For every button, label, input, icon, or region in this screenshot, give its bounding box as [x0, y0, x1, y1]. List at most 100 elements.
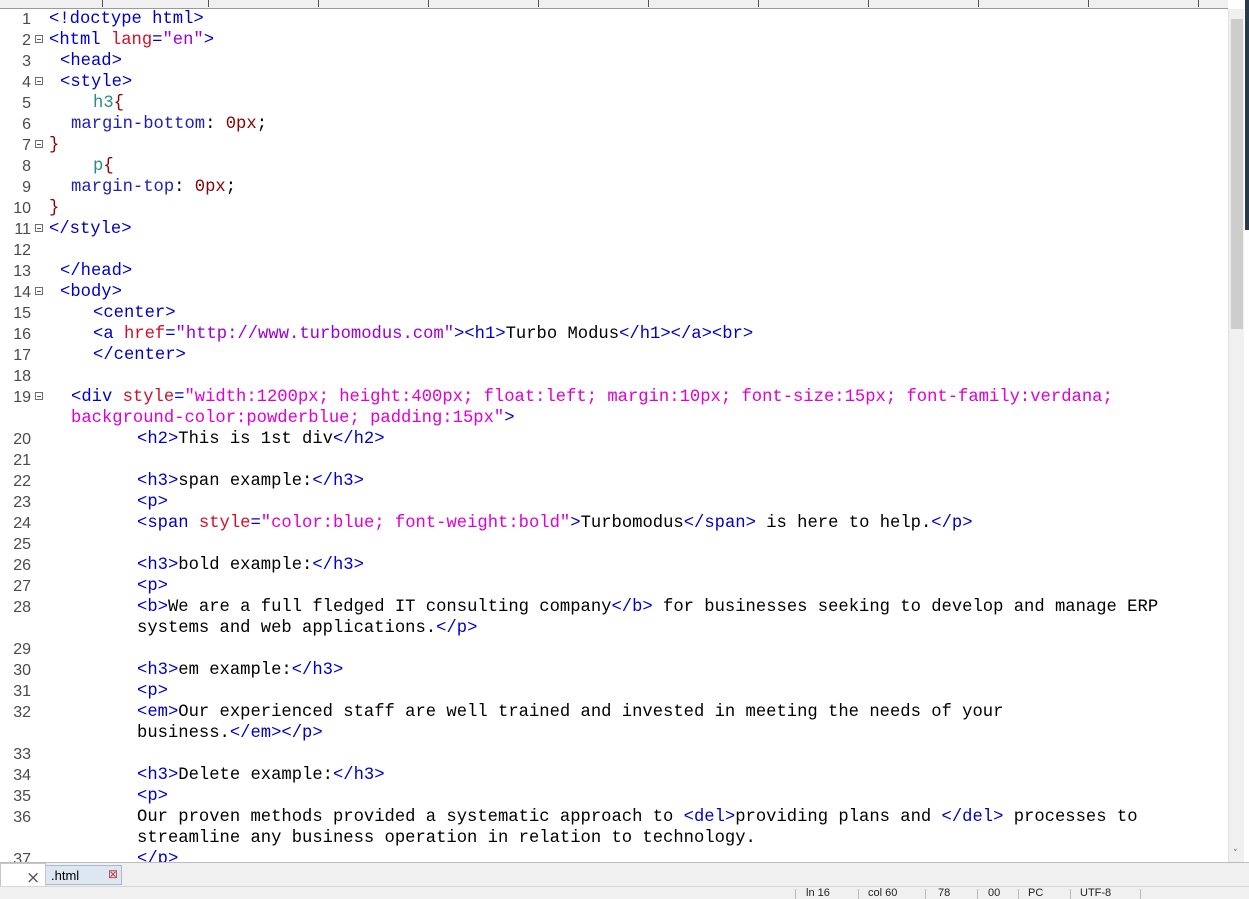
line-number: 27: [13, 578, 31, 595]
status-line-ending: PC: [1028, 887, 1044, 899]
code-line[interactable]: 3 <head>: [0, 51, 1228, 72]
code-line[interactable]: 7}: [0, 135, 1228, 156]
code-line[interactable]: 13 </head>: [0, 261, 1228, 282]
file-tab-name: .html: [51, 868, 80, 883]
tab-separator: [868, 0, 869, 7]
code-line[interactable]: 14 <body>: [0, 282, 1228, 303]
line-number: 25: [13, 536, 31, 553]
fold-toggle-icon[interactable]: [35, 140, 43, 148]
code-line[interactable]: 25: [0, 534, 1228, 555]
code-line[interactable]: 5 h3{: [0, 93, 1228, 114]
code-line[interactable]: 6 margin-bottom: 0px;: [0, 114, 1228, 135]
code-text: margin-bottom: 0px;: [71, 115, 268, 134]
code-line[interactable]: background-color:powderblue; padding:15p…: [0, 408, 1228, 429]
code-line[interactable]: 18: [0, 366, 1228, 387]
code-line[interactable]: 22 <h3>span example:</h3>: [0, 471, 1228, 492]
code-line[interactable]: 36 Our proven methods provided a systemat…: [0, 807, 1228, 828]
code-text: <p>: [137, 787, 168, 806]
status-line: ln 16: [806, 887, 830, 899]
code-line[interactable]: 9 margin-top: 0px;: [0, 177, 1228, 198]
line-number: 33: [13, 746, 31, 763]
tab-separator: [1088, 0, 1089, 7]
line-number: 29: [13, 641, 31, 658]
line-number: 23: [13, 494, 31, 511]
code-line[interactable]: 31 <p>: [0, 681, 1228, 702]
line-number: 35: [13, 788, 31, 805]
close-icon: ×: [26, 868, 41, 888]
code-line[interactable]: 27 <p>: [0, 576, 1228, 597]
code-line[interactable]: 17 </center>: [0, 345, 1228, 366]
code-line[interactable]: business.</em></p>: [0, 723, 1228, 744]
code-line[interactable]: 4 <style>: [0, 72, 1228, 93]
code-line[interactable]: 26 <h3>bold example:</h3>: [0, 555, 1228, 576]
code-text: <h3>em example:</h3>: [137, 661, 344, 680]
tab-separator: [428, 0, 429, 7]
code-line[interactable]: 35 <p>: [0, 786, 1228, 807]
scroll-down-arrow-icon[interactable]: ˅: [1233, 849, 1238, 859]
code-line[interactable]: 33: [0, 744, 1228, 765]
vertical-scrollbar[interactable]: ˅: [1228, 9, 1245, 862]
code-text: <div style="width:1200px; height:400px; …: [71, 388, 1113, 407]
code-editor[interactable]: 1 <!doctype html> 2 <html lang="en"> 3 <head>…: [0, 9, 1228, 862]
fold-toggle-icon[interactable]: [35, 77, 43, 85]
code-line[interactable]: 2 <html lang="en">: [0, 30, 1228, 51]
code-text: h3{: [93, 94, 124, 113]
line-number: 28: [13, 599, 31, 616]
code-text: <h2>This is 1st div</h2>: [137, 430, 385, 449]
line-number: 8: [22, 158, 31, 175]
code-text: </head>: [60, 262, 133, 281]
tab-separator: [978, 0, 979, 7]
line-number: 3: [22, 53, 31, 70]
fold-toggle-icon[interactable]: [35, 392, 43, 400]
code-line[interactable]: 28 <b>We are a full fledged IT consulting…: [0, 597, 1228, 618]
fold-toggle-icon[interactable]: [35, 35, 43, 43]
code-line[interactable]: 21: [0, 450, 1228, 471]
tab-separator: [208, 0, 209, 7]
line-number: 12: [13, 242, 31, 259]
code-line[interactable]: 16 <a href="http://www.turbomodus.com"><h…: [0, 324, 1228, 345]
code-text: Our proven methods provided a systematic…: [137, 808, 1138, 827]
line-number: 24: [13, 515, 31, 532]
code-text: <p>: [137, 682, 168, 701]
code-line[interactable]: 24 <span style="color:blue; font-weight:b…: [0, 513, 1228, 534]
code-line[interactable]: streamline any business operation in rel…: [0, 828, 1228, 849]
code-line[interactable]: 37 </p>: [0, 849, 1228, 862]
status-bar: ln 16 col 60 78 00 PC UTF-8: [0, 886, 1249, 899]
code-text: <b>We are a full fledged IT consulting c…: [137, 598, 1159, 617]
code-line[interactable]: 15 <center>: [0, 303, 1228, 324]
code-line[interactable]: 30 <h3>em example:</h3>: [0, 660, 1228, 681]
code-line[interactable]: 10}: [0, 198, 1228, 219]
code-line[interactable]: 19 <div style="width:1200px; height:400px…: [0, 387, 1228, 408]
code-text: business.</em></p>: [137, 724, 323, 743]
code-text: <html lang="en">: [49, 31, 215, 50]
code-line[interactable]: 12: [0, 240, 1228, 261]
code-line[interactable]: 8 p{: [0, 156, 1228, 177]
code-line[interactable]: 32 <em>Our experienced staff are well tra…: [0, 702, 1228, 723]
line-number: 34: [13, 767, 31, 784]
scrollbar-thumb[interactable]: [1231, 19, 1243, 329]
tab-close-icon[interactable]: ⊠: [108, 867, 118, 881]
fold-toggle-icon[interactable]: [35, 287, 43, 295]
code-line[interactable]: 34 <h3>Delete example:</h3>: [0, 765, 1228, 786]
code-text: }: [49, 136, 60, 155]
line-number: 1: [22, 11, 31, 28]
fold-toggle-icon[interactable]: [35, 224, 43, 232]
code-text: systems and web applications.</p>: [137, 619, 478, 638]
line-number: 6: [22, 116, 31, 133]
code-line[interactable]: 23 <p>: [0, 492, 1228, 513]
code-text: p{: [93, 157, 114, 176]
code-line[interactable]: 20 <h2>This is 1st div</h2>: [0, 429, 1228, 450]
code-text: <style>: [60, 73, 133, 92]
code-line[interactable]: 1 <!doctype html>: [0, 9, 1228, 30]
tab-separator: [102, 0, 103, 7]
code-line[interactable]: systems and web applications.</p>: [0, 618, 1228, 639]
code-line[interactable]: 29: [0, 639, 1228, 660]
tab-separator: [1198, 0, 1199, 7]
code-text: margin-top: 0px;: [71, 178, 237, 197]
line-number: 11: [14, 221, 31, 238]
code-text: </p>: [137, 850, 179, 862]
code-line[interactable]: 11 </style>: [0, 219, 1228, 240]
code-text: <a href="http://www.turbomodus.com"><h1>…: [93, 325, 754, 344]
line-number: 7: [22, 137, 31, 154]
code-text: </center>: [93, 346, 186, 365]
